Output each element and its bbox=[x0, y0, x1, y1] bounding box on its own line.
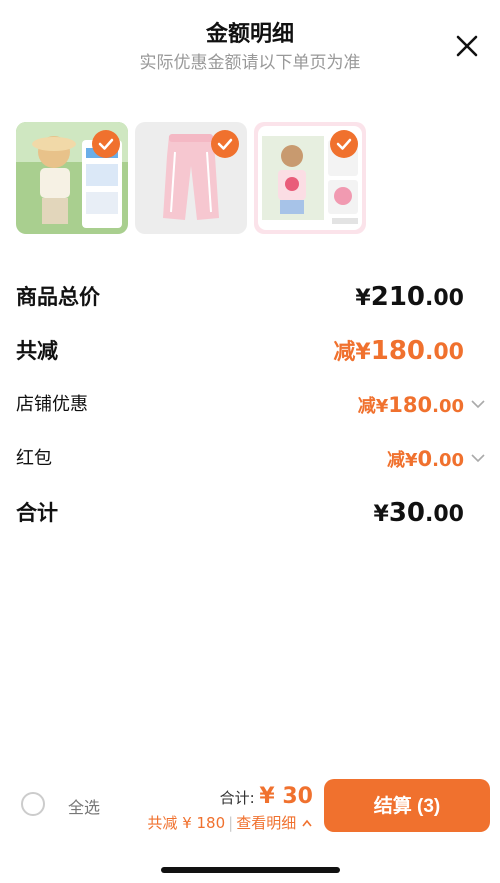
home-indicator bbox=[161, 867, 340, 873]
row-store-discount[interactable]: 店铺优惠 减¥180.00 bbox=[16, 388, 486, 422]
product-thumb-3[interactable] bbox=[254, 122, 366, 234]
checkout-bar: 全选 合计: ¥ 30 共减 ¥ 180 | 查看明细 结算 (3) bbox=[0, 770, 500, 840]
total-value: ¥ 30 bbox=[259, 784, 313, 809]
total-line: 合计: ¥ 30 bbox=[220, 784, 313, 809]
store-discount-label: 店铺优惠 bbox=[16, 394, 88, 415]
row-total-reduce: 共减 减¥180.00 bbox=[16, 334, 486, 368]
chevron-up-icon[interactable] bbox=[301, 818, 313, 828]
reduce-text: 共减 ¥ 180 bbox=[147, 814, 226, 832]
goods-total-label: 商品总价 bbox=[16, 285, 100, 309]
red-packet-label: 红包 bbox=[16, 448, 52, 469]
check-icon bbox=[336, 138, 352, 150]
page-subtitle: 实际优惠金额请以下单页为准 bbox=[139, 53, 361, 73]
page-title: 金额明细 bbox=[205, 22, 294, 47]
row-red-packet[interactable]: 红包 减¥0.00 bbox=[16, 442, 486, 476]
header: 金额明细 实际优惠金额请以下单页为准 bbox=[0, 0, 500, 90]
chevron-down-icon[interactable] bbox=[470, 396, 486, 412]
row-sum: 合计 ¥30.00 bbox=[16, 496, 486, 530]
selected-check[interactable] bbox=[211, 130, 239, 158]
selected-check[interactable] bbox=[330, 130, 358, 158]
goods-total-value: ¥210.00 bbox=[355, 282, 464, 312]
total-reduce-value: 减¥180.00 bbox=[333, 336, 464, 366]
check-icon bbox=[217, 138, 233, 150]
chevron-down-icon[interactable] bbox=[470, 450, 486, 466]
reduce-line: 共减 ¥ 180 | 查看明细 bbox=[147, 812, 313, 833]
sum-value: ¥30.00 bbox=[373, 498, 464, 528]
product-thumb-1[interactable] bbox=[16, 122, 128, 234]
store-discount-value: 减¥180.00 bbox=[357, 393, 464, 417]
red-packet-value: 减¥0.00 bbox=[386, 447, 464, 471]
total-reduce-label: 共减 bbox=[16, 339, 58, 363]
total-label: 合计: bbox=[219, 789, 255, 807]
sum-label: 合计 bbox=[16, 501, 58, 525]
selected-check[interactable] bbox=[92, 130, 120, 158]
select-all-radio[interactable] bbox=[21, 792, 45, 816]
checkout-button[interactable]: 结算 (3) bbox=[324, 779, 490, 832]
product-thumb-2[interactable] bbox=[135, 122, 247, 234]
select-all-label[interactable]: 全选 bbox=[68, 794, 100, 818]
view-detail-link[interactable]: 查看明细 bbox=[236, 814, 296, 832]
row-goods-total: 商品总价 ¥210.00 bbox=[16, 280, 486, 314]
close-icon[interactable] bbox=[454, 33, 480, 59]
check-icon bbox=[98, 138, 114, 150]
